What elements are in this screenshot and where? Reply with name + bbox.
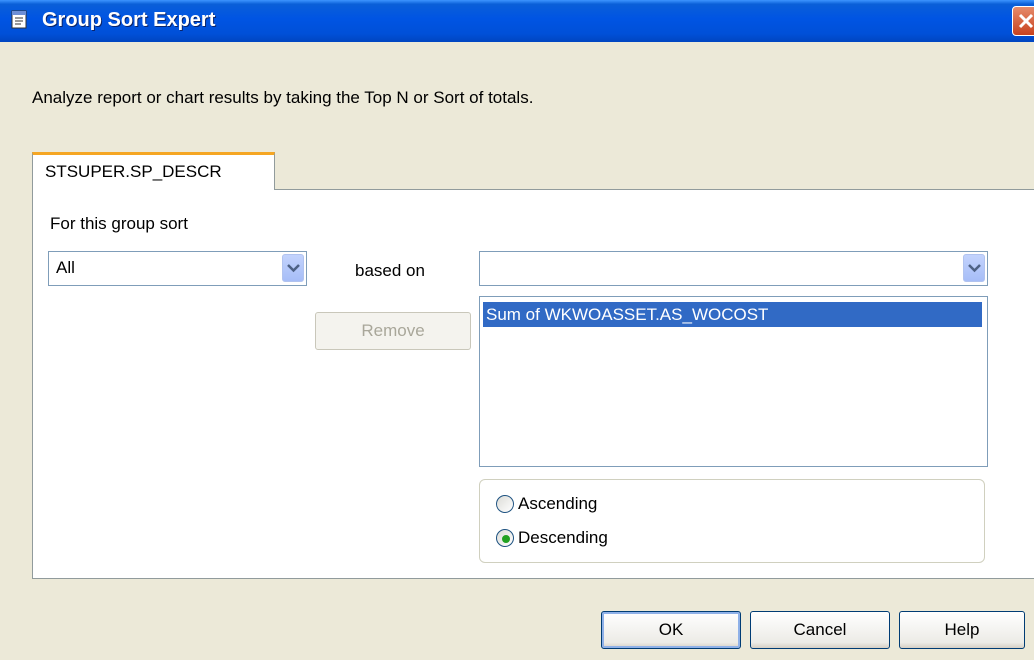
cancel-button[interactable]: Cancel bbox=[750, 611, 890, 649]
tab-group[interactable]: STSUPER.SP_DESCR bbox=[32, 152, 275, 190]
close-icon bbox=[1018, 13, 1034, 29]
group-sort-label: For this group sort bbox=[50, 214, 188, 233]
chevron-down-icon bbox=[287, 264, 300, 273]
sort-order-group: Ascending Descending bbox=[479, 479, 985, 563]
group-sort-select[interactable]: All bbox=[48, 251, 307, 286]
close-button[interactable] bbox=[1012, 6, 1034, 36]
based-on-label: based on bbox=[355, 261, 425, 280]
title-bar[interactable]: Group Sort Expert bbox=[0, 0, 1034, 42]
ok-button[interactable]: OK bbox=[601, 611, 741, 649]
tab-label: STSUPER.SP_DESCR bbox=[45, 162, 222, 181]
radio-button[interactable] bbox=[496, 529, 514, 547]
remove-button[interactable]: Remove bbox=[315, 312, 471, 350]
window-title: Group Sort Expert bbox=[42, 9, 216, 31]
group-sort-value: All bbox=[56, 258, 75, 277]
chevron-down-icon bbox=[968, 264, 981, 273]
dialog-description: Analyze report or chart results by takin… bbox=[32, 88, 534, 107]
radio-button[interactable] bbox=[496, 495, 514, 513]
dropdown-button[interactable] bbox=[282, 254, 304, 282]
sort-fields-list[interactable]: Sum of WKWOASSET.AS_WOCOST bbox=[479, 296, 988, 467]
dropdown-button[interactable] bbox=[963, 254, 985, 282]
based-on-select[interactable] bbox=[479, 251, 988, 286]
radio-label: Descending bbox=[518, 528, 608, 547]
list-item[interactable]: Sum of WKWOASSET.AS_WOCOST bbox=[483, 302, 982, 327]
radio-label: Ascending bbox=[518, 494, 598, 513]
help-button[interactable]: Help bbox=[899, 611, 1025, 649]
dialog-icon bbox=[10, 10, 30, 30]
radio-selected-dot bbox=[502, 535, 510, 543]
